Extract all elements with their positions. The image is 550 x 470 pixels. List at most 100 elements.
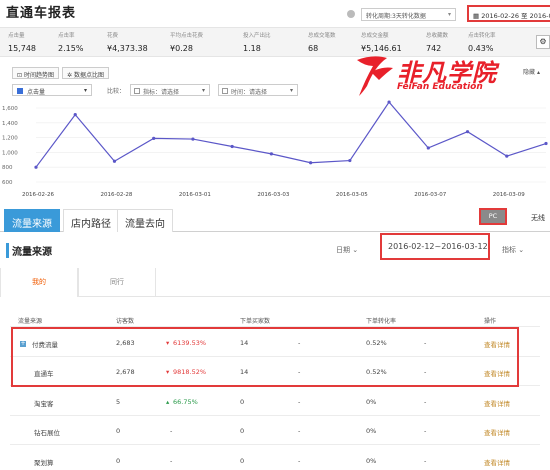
- indicator-checkbox[interactable]: [134, 88, 140, 94]
- y-tick-label: 1,000: [2, 150, 18, 156]
- metric-label: 点击量: [27, 89, 46, 96]
- row-rate: 0%: [366, 398, 377, 406]
- kpi-ctr: 点击率 2.15%: [58, 31, 83, 53]
- view-details-link[interactable]: 查看详情: [484, 427, 510, 437]
- kpi-roi: 投入产出比 1.18: [243, 31, 271, 53]
- indicator-select[interactable]: 指标：请选择 ▾: [130, 84, 210, 96]
- time-trend-button[interactable]: ⊡ 时间趋势图: [12, 67, 59, 79]
- metric-select[interactable]: 点击量 ▾: [12, 84, 92, 96]
- row-divider: [10, 444, 540, 445]
- kpi-cpc: 平均点击花费 ¥0.28: [170, 31, 203, 53]
- x-tick-label: 2016-03-09: [493, 192, 525, 198]
- data-point: [34, 165, 38, 169]
- chevron-down-icon: ▾: [447, 11, 451, 18]
- kpi-settings-button[interactable]: ⚙: [536, 35, 550, 49]
- data-point: [465, 130, 470, 134]
- kpi-value: 68: [308, 44, 319, 53]
- device-wireless-button[interactable]: 无线: [531, 213, 545, 223]
- data-point: [309, 161, 313, 165]
- data-point: [230, 144, 234, 149]
- kpi-value: 15,748: [8, 44, 36, 53]
- compare-label: 比较：: [107, 88, 126, 95]
- data-point: [348, 158, 352, 163]
- row-change: -: [170, 427, 173, 435]
- date-filter[interactable]: 日期 ⌄: [336, 245, 358, 255]
- help-icon[interactable]: [347, 10, 355, 18]
- data-point: [112, 159, 117, 163]
- tab-traffic-destination[interactable]: 流量去向: [117, 209, 173, 232]
- kpi-cvr: 点击转化率 0.43%: [468, 31, 496, 53]
- series-swatch: [17, 88, 23, 94]
- y-tick-label: 1,600: [2, 106, 18, 112]
- kpi-value: 2.15%: [58, 44, 84, 53]
- row-source: 钻石展位: [34, 429, 60, 437]
- kpi-label: 花费: [107, 33, 119, 39]
- row-buyers-compare: -: [298, 457, 301, 465]
- indicator-label: 指标：请选择: [143, 89, 180, 96]
- y-tick-label: 1,400: [2, 121, 18, 127]
- sub-tab-mine[interactable]: 我的: [0, 268, 78, 297]
- view-details-link[interactable]: 查看详情: [484, 457, 510, 467]
- col-header-rate: 下单转化率: [366, 318, 397, 325]
- row-buyers: 0: [240, 427, 245, 435]
- period-select-label: 转化周期:3天转化数据: [366, 13, 426, 20]
- date-filter-label: 日期: [336, 246, 350, 254]
- top-date-range-text: 2016-02-26 至 2016-03-10: [481, 12, 550, 20]
- index-filter[interactable]: 指标 ⌄: [502, 245, 524, 255]
- row-buyers: 0: [240, 398, 245, 406]
- kpi-orders: 总成交笔数 68: [308, 31, 336, 53]
- kpi-value: ¥0.28: [170, 44, 193, 53]
- kpi-label: 投入产出比: [243, 33, 271, 39]
- section-title: 流量来源: [6, 243, 52, 258]
- data-point: [269, 152, 273, 156]
- col-header-buyers: 下单买家数: [240, 318, 271, 325]
- sub-tabs: 我的 同行: [0, 268, 550, 297]
- row-rate: 0%: [366, 457, 377, 465]
- row-visitors: 0: [116, 457, 121, 465]
- kpi-clicks: 点击量 15,748: [8, 31, 36, 53]
- chevron-down-icon: ▾: [201, 87, 205, 94]
- section-date-range[interactable]: 2016-02-12~2016-03-12: [380, 233, 490, 260]
- page-title: 直通车报表: [6, 6, 77, 21]
- arrow-up-icon: ▴: [166, 398, 170, 406]
- data-compare-button[interactable]: ✲ 数据点比图: [62, 67, 109, 79]
- row-change: 66.75%: [173, 398, 198, 406]
- kpi-favorites: 总收藏数 742: [426, 31, 448, 53]
- period-checkbox[interactable]: [222, 88, 228, 94]
- traffic-tabs: 流量来源 店内路径 流量去向: [0, 205, 550, 232]
- kpi-label: 点击量: [8, 33, 25, 39]
- calendar-icon: ▦: [473, 12, 482, 20]
- tab-store-path[interactable]: 店内路径: [63, 209, 119, 232]
- top-date-range[interactable]: ▦ 2016-02-26 至 2016-03-10: [467, 5, 550, 22]
- y-tick-label: 600: [2, 180, 13, 186]
- kpi-revenue: 总成交金额 ¥5,146.61: [361, 31, 402, 53]
- device-pc-button[interactable]: PC: [479, 208, 507, 225]
- tab-traffic-source[interactable]: 流量来源: [4, 209, 60, 232]
- row-buyers-compare: -: [298, 398, 301, 406]
- row-source: 淘宝客: [34, 400, 54, 408]
- chevron-down-icon: ▾: [289, 87, 293, 94]
- row-visitors: 0: [116, 427, 121, 435]
- trend-chart: 1,600 1,400 1,200 1,000 800 600 2016-02-26 2016…: [2, 100, 548, 198]
- x-tick-label: 2016-03-05: [336, 192, 368, 198]
- logo-subtext: FeiFan Education: [397, 82, 483, 92]
- kpi-label: 总成交笔数: [308, 33, 336, 39]
- kpi-label: 总收藏数: [426, 33, 449, 39]
- kpi-label: 点击转化率: [468, 33, 496, 39]
- conversion-period-select[interactable]: 转化周期:3天转化数据 ▾: [361, 8, 456, 21]
- view-details-link[interactable]: 查看详情: [484, 398, 510, 408]
- kpi-cost: 花费 ¥4,373.38: [107, 31, 148, 53]
- kpi-label: 平均点击花费: [170, 33, 204, 39]
- kpi-label: 点击率: [58, 33, 75, 39]
- row-rate-compare: -: [424, 398, 427, 406]
- row-divider: [10, 415, 540, 416]
- kpi-label: 总成交金额: [361, 33, 389, 39]
- kpi-value: ¥4,373.38: [107, 44, 148, 53]
- sub-tab-peers[interactable]: 同行: [78, 268, 156, 297]
- x-tick-label: 2016-03-07: [414, 192, 446, 198]
- period-compare-select[interactable]: 时间：请选择 ▾: [218, 84, 298, 96]
- row-buyers: 0: [240, 457, 245, 465]
- x-tick-label: 2016-03-01: [179, 192, 211, 198]
- row-visitors: 5: [116, 398, 121, 406]
- col-header-source: 流量来源: [18, 318, 43, 325]
